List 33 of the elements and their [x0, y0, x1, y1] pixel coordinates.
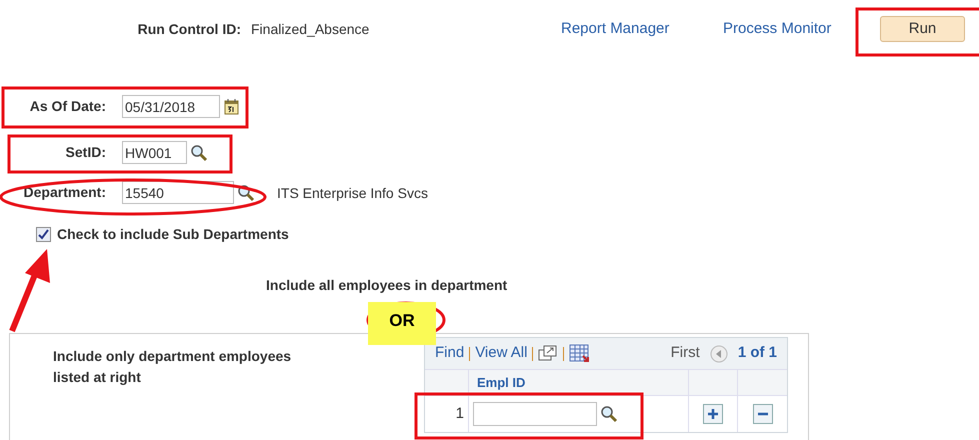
grid-download-icon[interactable] — [569, 344, 592, 364]
plus-icon — [707, 408, 719, 420]
input-field[interactable]: HW001 — [122, 141, 187, 164]
field-description: ITS Enterprise Info Svcs — [277, 184, 428, 203]
field-label: Department: — [22, 183, 106, 202]
input-field[interactable] — [473, 402, 597, 426]
view-all-link[interactable]: View All — [475, 342, 528, 365]
run-button[interactable]: Run — [880, 16, 965, 42]
check-icon — [38, 228, 49, 240]
report-manager-link[interactable]: Report Manager — [561, 18, 723, 40]
search-icon[interactable] — [190, 144, 208, 162]
field-label: As Of Date: — [28, 97, 106, 116]
checkbox-label: Check to include Sub Departments — [57, 224, 289, 244]
run-control-value: Finalized_Absence — [251, 20, 370, 39]
include-all-text: Include all employees in department — [266, 277, 508, 293]
row-count: 1 of 1 — [738, 343, 777, 364]
field-label: SetID: — [64, 143, 106, 162]
input-field[interactable]: 15540 — [122, 181, 234, 204]
new-window-icon[interactable] — [538, 345, 558, 362]
first-label: First — [670, 343, 700, 364]
checkbox[interactable] — [36, 226, 51, 242]
find-link[interactable]: Find — [435, 342, 464, 365]
search-icon[interactable] — [600, 405, 618, 423]
column-header: Empl ID — [477, 374, 526, 392]
add-row-button[interactable] — [703, 404, 723, 424]
run-control-label: Run Control ID: — [136, 20, 241, 38]
process-monitor-link[interactable]: Process Monitor — [723, 18, 880, 40]
row-number: 1 — [456, 404, 464, 424]
calendar-icon[interactable] — [224, 98, 239, 115]
delete-row-button[interactable] — [752, 404, 772, 424]
input-field[interactable]: 05/31/2018 — [122, 95, 220, 118]
include-only-text: Include only department employees listed at right — [53, 347, 292, 387]
search-icon[interactable] — [237, 184, 255, 202]
